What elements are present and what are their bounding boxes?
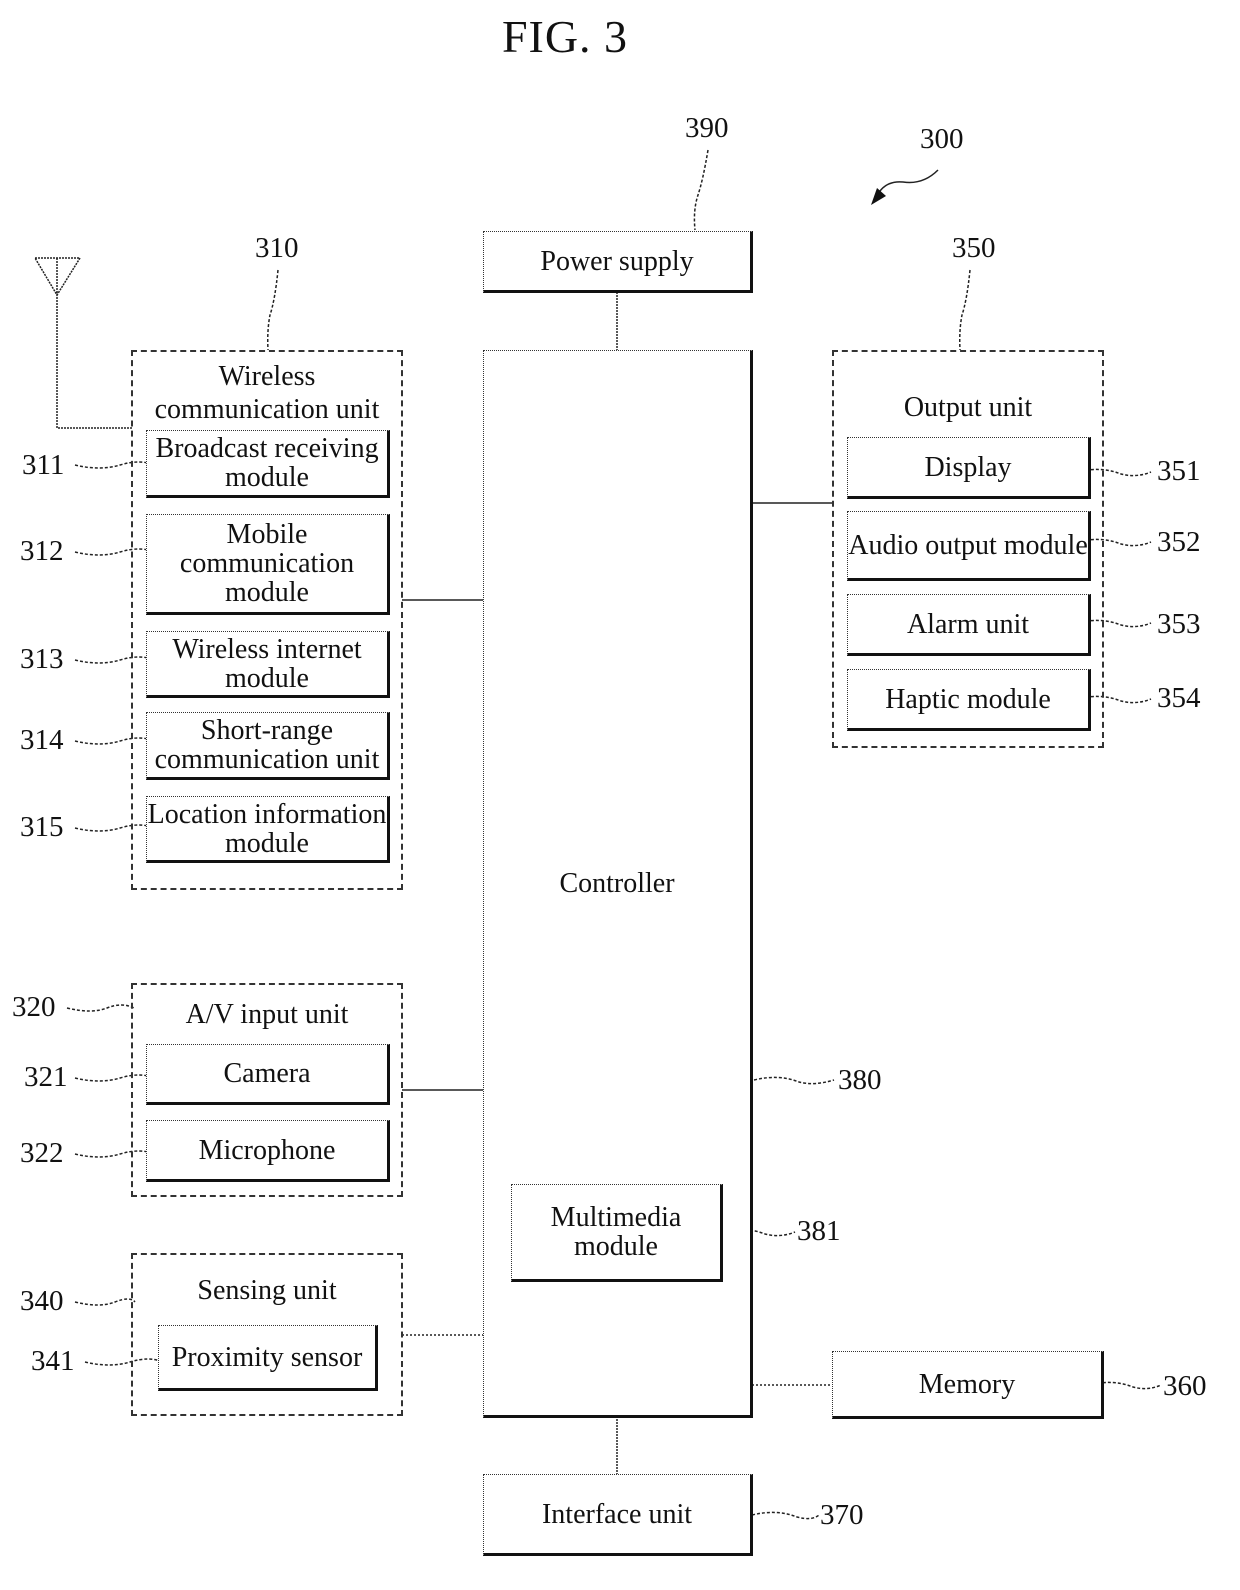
ref-390: 390: [685, 112, 729, 144]
ref-351: 351: [1157, 455, 1201, 487]
ref-340: 340: [20, 1285, 64, 1317]
interface-unit-box: Interface unit: [483, 1474, 753, 1556]
ref-315: 315: [20, 811, 64, 843]
ref-352: 352: [1157, 526, 1201, 558]
output-group-label: Output unit: [903, 392, 1033, 423]
display-box: Display: [847, 437, 1091, 499]
short-range-communication-unit-box: Short-range communication unit: [146, 712, 390, 780]
ref-300: 300: [920, 123, 964, 155]
camera-box: Camera: [146, 1044, 390, 1105]
alarm-unit-box: Alarm unit: [847, 594, 1091, 656]
ref-314: 314: [20, 724, 64, 756]
figure-title: FIG. 3: [501, 11, 629, 62]
arrow-head-icon: [871, 188, 886, 205]
ref-322: 322: [20, 1137, 64, 1169]
location-information-module-box: Location information module: [146, 796, 390, 863]
ref-321: 321: [24, 1061, 68, 1093]
wireless-group-label: Wireless communication unit: [154, 361, 380, 425]
controller-label: Controller: [559, 867, 675, 899]
power-supply-box: Power supply: [483, 231, 753, 293]
ref-350: 350: [952, 232, 996, 264]
audio-output-module-box: Audio output module: [847, 511, 1091, 581]
ref-370: 370: [820, 1499, 864, 1531]
ref-311: 311: [22, 449, 65, 481]
wireless-internet-module-box: Wireless internet module: [146, 631, 390, 698]
microphone-box: Microphone: [146, 1120, 390, 1182]
av-group-label: A/V input unit: [185, 999, 349, 1030]
antenna-icon: [33, 257, 133, 429]
proximity-sensor-box: Proximity sensor: [158, 1325, 378, 1391]
ref-310: 310: [255, 232, 299, 264]
ref-313: 313: [20, 643, 64, 675]
multimedia-module-box: Multimedia module: [511, 1184, 723, 1282]
ref-312: 312: [20, 535, 64, 567]
ref-353: 353: [1157, 608, 1201, 640]
sensing-group-label: Sensing unit: [197, 1275, 337, 1306]
ref-354: 354: [1157, 682, 1201, 714]
memory-box: Memory: [832, 1351, 1104, 1419]
ref-360: 360: [1163, 1370, 1207, 1402]
mobile-communication-module-box: Mobile communication module: [146, 514, 390, 615]
broadcast-receiving-module-box: Broadcast receiving module: [146, 430, 390, 498]
ref-341: 341: [31, 1345, 75, 1377]
ref-381: 381: [797, 1215, 841, 1247]
haptic-module-box: Haptic module: [847, 669, 1091, 731]
ref-320: 320: [12, 991, 56, 1023]
ref-380: 380: [838, 1064, 882, 1096]
